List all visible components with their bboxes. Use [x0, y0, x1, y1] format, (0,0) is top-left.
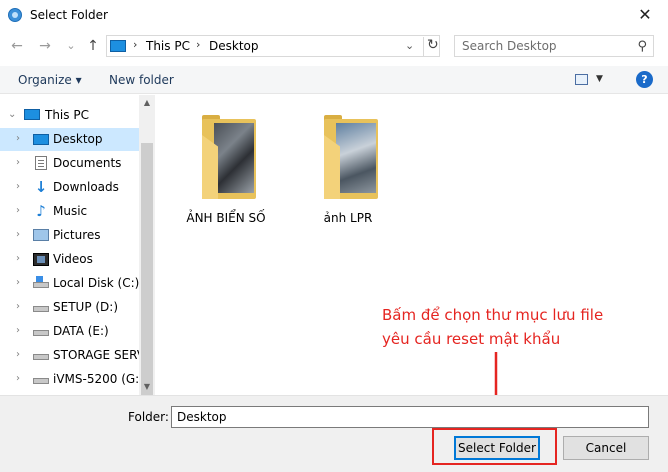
highlight-box — [432, 428, 557, 465]
forward-arrow-icon[interactable]: → — [36, 38, 54, 54]
folder-item[interactable]: ảnh LPR — [298, 107, 398, 225]
instruction-annotation: Bấm để chọn thư mục lưu file yêu cầu res… — [382, 303, 603, 351]
chevron-right-icon[interactable]: › — [16, 373, 20, 384]
breadcrumb-separator[interactable]: › — [196, 38, 200, 51]
close-icon[interactable]: ✕ — [622, 0, 668, 30]
annotation-line: Bấm để chọn thư mục lưu file — [382, 306, 604, 324]
tree-item-label: Music — [53, 204, 88, 218]
tree-scrollbar[interactable]: ▲ ▼ — [139, 95, 155, 405]
back-arrow-icon[interactable]: ← — [8, 38, 26, 54]
chevron-right-icon[interactable]: › — [16, 277, 20, 288]
tree-item-downloads[interactable]: › ↓ Downloads — [0, 176, 140, 199]
navigation-pane: ⌄ This PC › Desktop › Documents › ↓ Down… — [0, 95, 155, 395]
tree-item-ivms-5200-g[interactable]: › iVMS-5200 (G:) — [0, 368, 144, 391]
tree-item-videos[interactable]: › Videos — [0, 248, 140, 271]
scrollbar-thumb[interactable] — [141, 143, 153, 405]
cancel-button[interactable]: Cancel — [563, 436, 649, 460]
tree-item-label: Desktop — [53, 132, 103, 146]
tree-item-label: Downloads — [53, 180, 119, 194]
disk-icon — [33, 306, 49, 312]
recent-locations-icon[interactable]: ⌄ — [62, 39, 80, 52]
system-disk-icon — [33, 276, 49, 288]
tree-item-label: DATA (E:) — [53, 324, 109, 338]
folder-item[interactable]: ẢNH BIỂN SỐ — [176, 107, 276, 225]
tree-item-pictures[interactable]: › Pictures — [0, 224, 140, 247]
tree-item-this-pc[interactable]: ⌄ This PC — [0, 104, 140, 127]
view-dropdown-icon[interactable]: ▼ — [596, 74, 603, 84]
breadcrumb-this-pc[interactable]: This PC — [146, 39, 190, 53]
tree-item-data-e[interactable]: › DATA (E:) — [0, 320, 140, 343]
address-bar[interactable]: › This PC › Desktop ⌄ ↻ — [106, 35, 440, 57]
this-pc-icon — [110, 40, 126, 52]
chevron-right-icon[interactable]: › — [16, 349, 20, 360]
chevron-right-icon[interactable]: › — [16, 133, 20, 144]
refresh-icon[interactable]: ↻ — [423, 37, 439, 57]
dialog-footer: Folder: Select Folder Cancel — [0, 395, 668, 472]
downloads-icon: ↓ — [34, 178, 48, 196]
folder-input[interactable] — [171, 406, 649, 428]
tree-item-label: Pictures — [53, 228, 101, 242]
command-toolbar: Organize ▾ New folder ▼ ? — [0, 66, 668, 94]
tree-item-label: STORAGE SERVE — [53, 348, 153, 362]
app-icon — [8, 8, 22, 22]
tree-item-label: Documents — [53, 156, 122, 170]
folder-label: ẢNH BIỂN SỐ — [186, 211, 266, 225]
folder-icon — [324, 115, 378, 199]
tree-item-setup-d[interactable]: › SETUP (D:) — [0, 296, 140, 319]
tree-item-label: Videos — [53, 252, 93, 266]
chevron-right-icon[interactable]: › — [16, 205, 20, 216]
chevron-right-icon[interactable]: › — [16, 181, 20, 192]
tree-item-desktop[interactable]: › Desktop — [0, 128, 140, 151]
search-input[interactable] — [462, 37, 632, 55]
scroll-up-icon[interactable]: ▲ — [139, 95, 155, 111]
chevron-right-icon[interactable]: › — [16, 229, 20, 240]
chevron-right-icon[interactable]: › — [16, 325, 20, 336]
tree-item-label: This PC — [45, 108, 89, 122]
tree-item-local-disk-c[interactable]: › Local Disk (C:) — [0, 272, 140, 295]
videos-icon — [33, 253, 49, 266]
up-arrow-icon[interactable]: ↑ — [84, 38, 102, 54]
chevron-down-icon[interactable]: ⌄ — [8, 109, 16, 120]
music-icon: ♪ — [36, 202, 46, 220]
search-icon[interactable]: ⚲ — [637, 39, 647, 54]
disk-icon — [33, 330, 49, 336]
scroll-down-icon[interactable]: ▼ — [139, 379, 155, 395]
network-disk-icon — [33, 354, 49, 360]
tree-item-music[interactable]: › ♪ Music — [0, 200, 140, 223]
breadcrumb-desktop[interactable]: Desktop — [209, 39, 259, 53]
help-icon[interactable]: ? — [636, 71, 653, 88]
chevron-right-icon[interactable]: › — [16, 301, 20, 312]
chevron-down-icon[interactable]: ⌄ — [405, 39, 414, 52]
chevron-right-icon[interactable]: › — [16, 253, 20, 264]
pc-icon — [24, 109, 40, 120]
desktop-icon — [33, 134, 49, 145]
tree-item-label: iVMS-5200 (G:) — [53, 372, 144, 386]
annotation-line: yêu cầu reset mật khẩu — [382, 330, 561, 348]
folder-icon — [202, 115, 256, 199]
folder-label: ảnh LPR — [323, 211, 373, 225]
tree-item-label: Local Disk (C:) — [53, 276, 140, 290]
tree-item-storage-server[interactable]: › STORAGE SERVE — [0, 344, 153, 367]
tree-item-label: SETUP (D:) — [53, 300, 119, 314]
organize-menu[interactable]: Organize ▾ — [18, 73, 82, 87]
folder-label: Folder: — [128, 410, 169, 424]
view-options-icon[interactable] — [575, 74, 588, 85]
documents-icon — [35, 156, 47, 170]
breadcrumb-separator[interactable]: › — [133, 38, 137, 51]
chevron-right-icon[interactable]: › — [16, 157, 20, 168]
tree-item-documents[interactable]: › Documents — [0, 152, 140, 175]
title-bar: Select Folder ✕ — [0, 0, 668, 31]
pictures-icon — [33, 229, 49, 241]
disk-icon — [33, 378, 49, 384]
window-title: Select Folder — [30, 8, 108, 22]
new-folder-button[interactable]: New folder — [109, 73, 174, 87]
search-box[interactable]: ⚲ — [454, 35, 654, 57]
